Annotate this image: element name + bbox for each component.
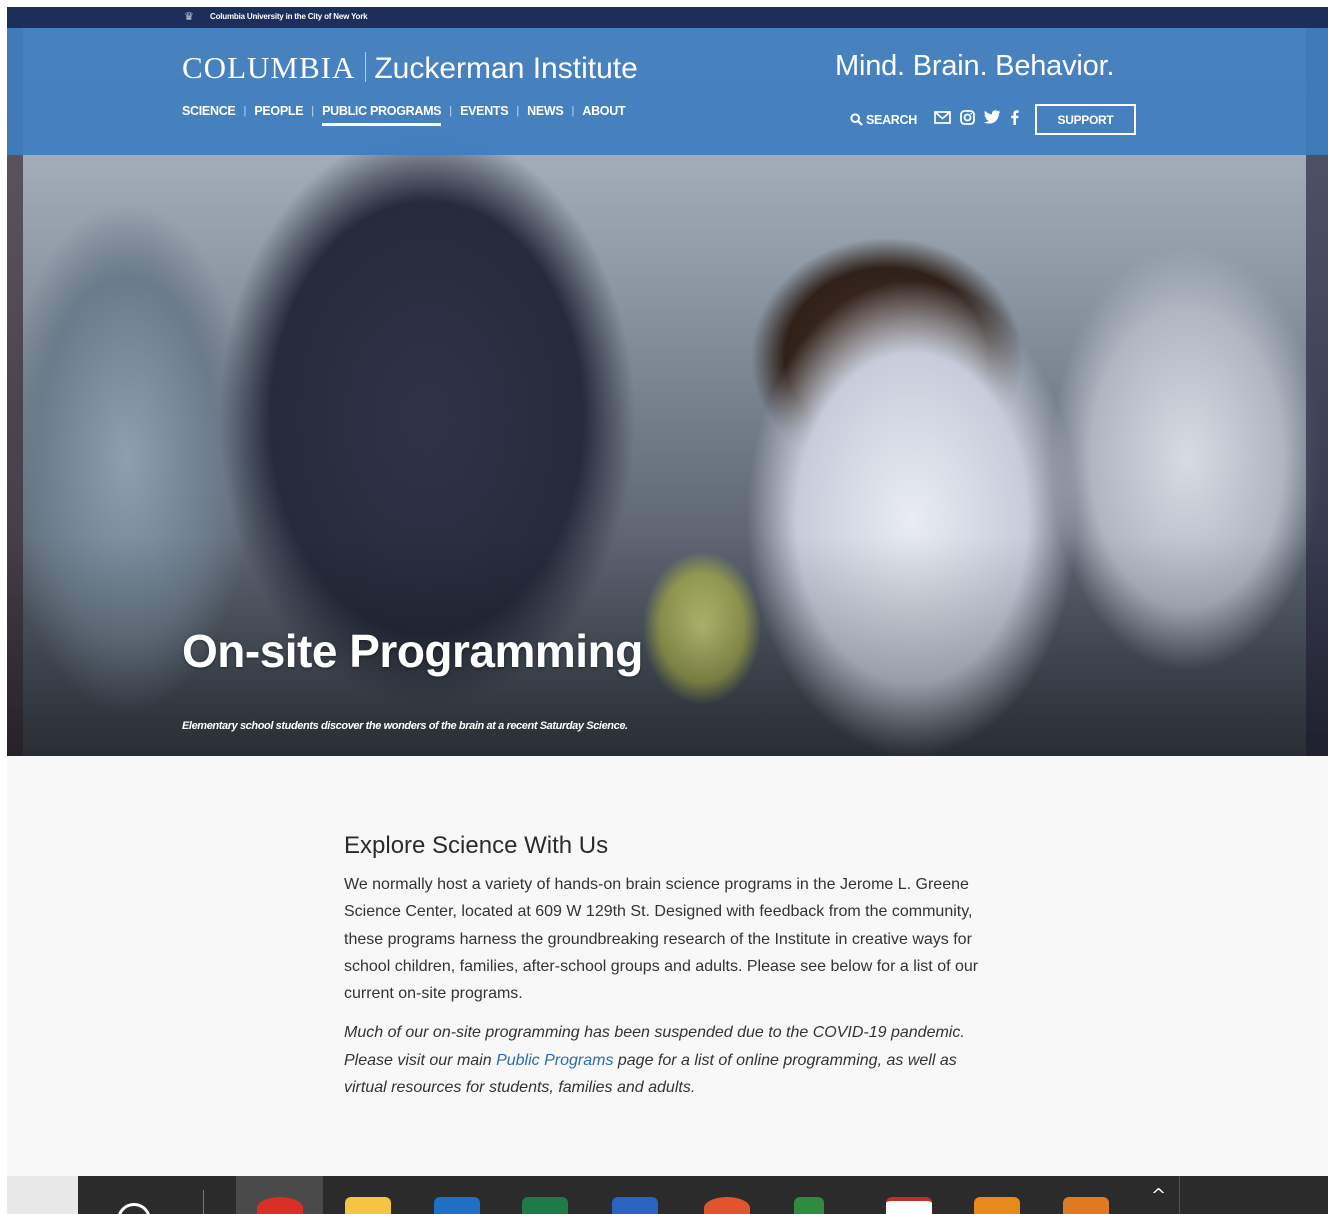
public-programs-link[interactable]: Public Programs xyxy=(496,1052,613,1069)
hero-caption: Elementary school students discover the … xyxy=(182,720,628,732)
windows-taskbar: ^ xyxy=(7,1176,1328,1214)
hero-title: On-site Programming xyxy=(182,625,643,677)
browser-page: ♛ Columbia University in the City of New… xyxy=(7,7,1328,1214)
utility-nav: SEARCH SUPPORT xyxy=(850,104,1136,135)
tray-expand-icon[interactable]: ^ xyxy=(1151,1185,1166,1206)
outlook-icon[interactable] xyxy=(434,1197,480,1214)
powerpoint-icon[interactable] xyxy=(704,1197,750,1214)
search-link[interactable]: SEARCH xyxy=(850,113,917,127)
acrobat-icon[interactable] xyxy=(886,1197,932,1214)
covid-note: Much of our on-site programming has been… xyxy=(344,1024,965,1097)
logo-institute: Zuckerman Institute xyxy=(374,52,638,85)
intro-paragraph: We normally host a variety of hands-on b… xyxy=(344,876,979,1003)
site-header: COLUMBIA Zuckerman Institute Mind. Brain.… xyxy=(7,28,1328,155)
nav-about[interactable]: ABOUT xyxy=(582,104,625,118)
support-button[interactable]: SUPPORT xyxy=(1034,104,1136,135)
section-heading: Explore Science With Us xyxy=(344,832,609,859)
main-content: Explore Science With Us We normally host… xyxy=(344,832,994,1101)
cortana-search-icon[interactable] xyxy=(117,1203,151,1214)
logo-columbia: COLUMBIA xyxy=(182,50,356,85)
app-blue-icon[interactable] xyxy=(1063,1197,1109,1214)
file-explorer-icon[interactable] xyxy=(345,1197,391,1214)
system-tray xyxy=(1179,1176,1328,1214)
social-links xyxy=(934,109,1019,130)
mail-icon[interactable] xyxy=(934,110,951,129)
app-orange-icon[interactable] xyxy=(974,1197,1020,1214)
crown-icon: ♛ xyxy=(184,10,194,23)
twitter-icon[interactable] xyxy=(983,110,1001,129)
nav-science[interactable]: SCIENCE xyxy=(182,104,236,118)
instagram-icon[interactable] xyxy=(960,109,975,130)
nav-news[interactable]: NEWS xyxy=(527,104,564,118)
site-logo[interactable]: COLUMBIA Zuckerman Institute xyxy=(182,50,638,86)
chrome-icon[interactable] xyxy=(257,1197,303,1214)
nav-events[interactable]: EVENTS xyxy=(460,104,509,118)
tagline: Mind. Brain. Behavior. xyxy=(835,50,1115,82)
nav-public-programs[interactable]: PUBLIC PROGRAMS xyxy=(322,104,442,126)
nav-people[interactable]: PEOPLE xyxy=(254,104,303,118)
main-nav: SCIENCE | PEOPLE | PUBLIC PROGRAMS | EVE… xyxy=(182,104,626,126)
search-icon xyxy=(850,113,863,126)
university-bar: ♛ Columbia University in the City of New… xyxy=(7,7,1328,28)
project-icon[interactable] xyxy=(794,1197,824,1214)
excel-icon[interactable] xyxy=(522,1197,568,1214)
university-link[interactable]: Columbia University in the City of New Y… xyxy=(210,12,368,21)
word-icon[interactable] xyxy=(612,1197,658,1214)
start-area[interactable] xyxy=(7,1176,78,1214)
facebook-icon[interactable] xyxy=(1010,109,1019,130)
search-label: SEARCH xyxy=(866,112,917,127)
